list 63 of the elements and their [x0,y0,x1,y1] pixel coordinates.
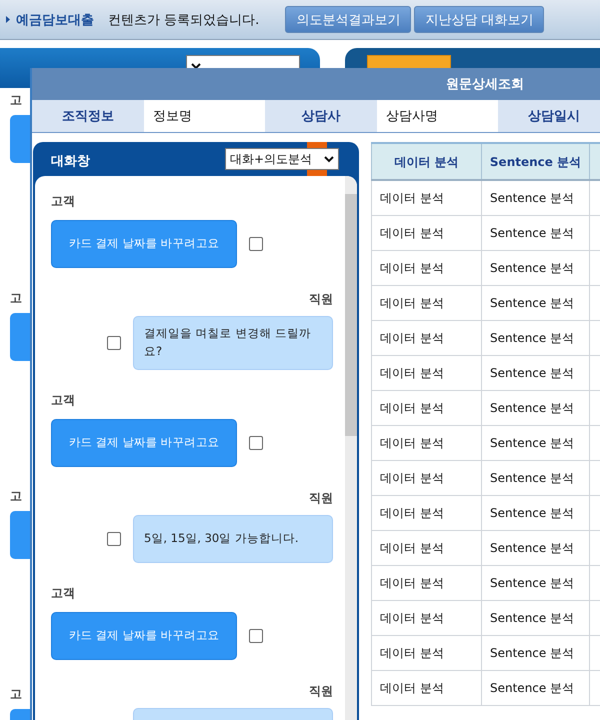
table-cell: 데이터 분석 [372,635,482,670]
table-cell: 데이터 분석 [372,320,482,355]
message-bubble: 카드 결제 날짜를 바꾸려고요 [51,220,237,268]
table-cell: 데이터 분석 [372,460,482,495]
speaker-label: 고객 [51,584,75,602]
table-cell: Sentence 분석 [482,670,590,705]
status-message: 컨텐츠가 등록되었습니다. [108,12,260,28]
table-cell: 데이터 분석 [372,355,482,390]
table-cell: Sentence 분석 [482,320,590,355]
table-cell: Sentence 분석 [482,565,590,600]
column-header: Sentence 분석 [482,143,590,180]
message-bubble: 카드 결제 날짜를 바꾸려고요 [51,418,237,467]
checkbox[interactable] [249,237,263,251]
table-cell: Sentence 분석 [482,530,590,565]
chevron-down-icon [191,62,201,70]
column-header: 데이터 분석 [372,143,482,180]
checkbox[interactable] [107,336,121,350]
table-cell: Sentence 분석 [482,460,590,495]
panel-title: 대화창 [51,153,90,171]
message-bubble: 5일, 15일, 30일 가능합니다. [133,514,333,563]
field-label: 상담일시 [498,100,600,132]
mode-select[interactable]: 대화+의도분석 [225,148,339,170]
speaker-label: 고 [10,92,23,109]
message-bubble: 카드 결제 날짜를 바꾸려고요 [51,612,237,660]
table-cell: Sentence 분석 [482,215,590,250]
scrollbar[interactable] [345,176,357,720]
view-button[interactable]: 지난상담 대화보기 [414,6,544,33]
table-cell: Sentence 분석 [482,285,590,320]
dialog-title: 원문상세조회 [32,68,600,100]
field-label: 조직정보 [32,100,144,132]
table-cell: 데이터 분석 [372,600,482,635]
table-cell: Sentence 분석 [482,250,590,285]
table-cell: Sentence 분석 [482,635,590,670]
chevron-down-icon [324,156,334,162]
checkbox[interactable] [107,532,121,546]
speaker-label: 직원 [309,682,333,700]
table-cell: Sentence 분석 [482,355,590,390]
view-button[interactable]: 의도분석결과보기 [285,6,412,33]
table-cell: 데이터 분석 [372,495,482,530]
table-cell: Sentence 분석 [482,180,590,215]
table-cell: Sentence 분석 [482,390,590,425]
table-cell: 데이터 분석 [372,670,482,705]
message-bubble: 결제일을 며칠로 변경해 드릴까요? [133,316,333,370]
checkbox[interactable] [249,436,263,450]
table-cell: 데이터 분석 [372,285,482,320]
table-cell: 데이터 분석 [372,390,482,425]
speaker-label: 직원 [309,291,333,308]
table-cell: Sentence 분석 [482,495,590,530]
table-cell: 데이터 분석 [372,250,482,285]
table-cell: 데이터 분석 [372,180,482,215]
table-cell: 데이터 분석 [372,425,482,460]
table-cell: 데이터 분석 [372,565,482,600]
table-cell: 데이터 분석 [372,215,482,250]
speaker-label: 고객 [51,392,75,409]
triangle-icon [6,16,10,23]
speaker-label: 직원 [309,490,333,507]
table-cell: 데이터 분석 [372,530,482,565]
field-label: 상담사 [265,100,377,132]
breadcrumb: 예금담보대출 [16,12,94,28]
table-cell: Sentence 분석 [482,425,590,460]
speaker-label: 고객 [51,193,75,210]
checkbox[interactable] [249,628,263,643]
table-cell: Sentence 분석 [482,600,590,635]
